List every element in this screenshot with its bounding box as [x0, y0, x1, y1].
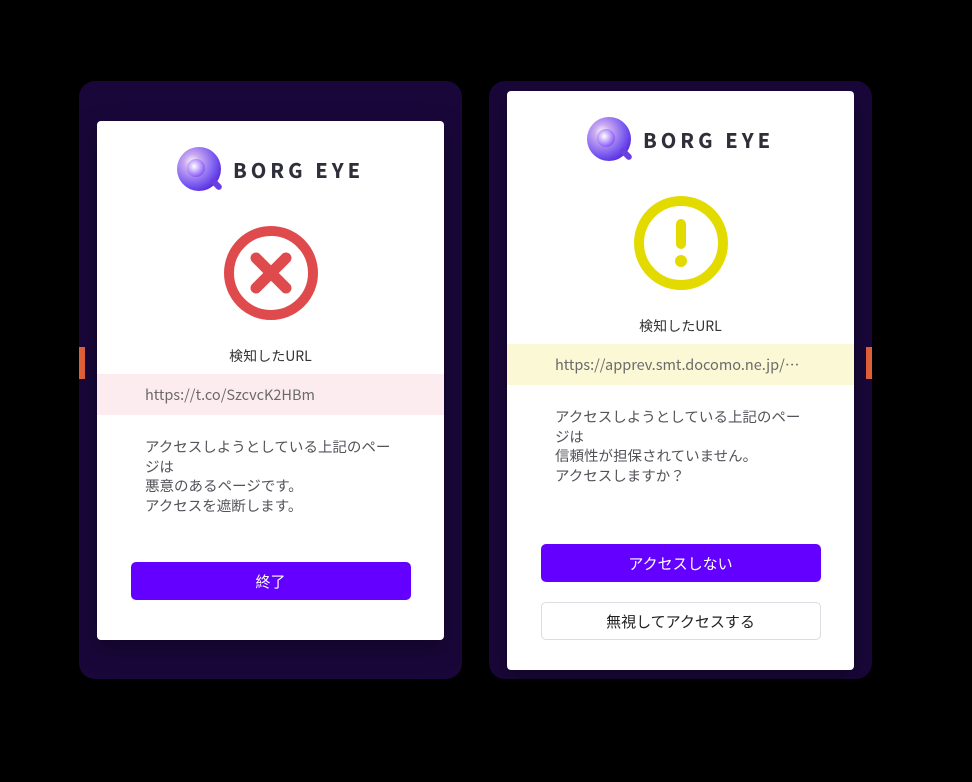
blocked-icon [221, 223, 321, 328]
alert-message: アクセスしようとしている上記のページは 悪意のあるページです。 アクセスを遮断し… [97, 415, 444, 515]
brand-logo: BORG EYE [587, 117, 774, 161]
brand-logo: BORG EYE [177, 147, 364, 191]
detected-url-value: https://t.co/SzcvcK2HBm [97, 374, 444, 415]
accent-sliver-right [866, 347, 872, 379]
alert-message-line: アクセスを遮断します。 [145, 496, 396, 516]
alert-message-line: アクセスしようとしている上記のページは [555, 407, 806, 446]
close-button[interactable]: 終了 [131, 562, 411, 600]
alert-message-line: アクセスしますか？ [555, 466, 806, 486]
detected-url-value: https://apprev.smt.docomo.ne.jp/n… [507, 344, 854, 385]
alert-message-line: 信頼性が担保されていません。 [555, 446, 806, 466]
brand-logo-icon [177, 147, 221, 191]
detected-url-label: 検知したURL [229, 346, 312, 366]
warning-icon [631, 193, 731, 298]
detected-url-label: 検知したURL [639, 316, 722, 336]
brand-logo-text: BORG EYE [643, 125, 774, 154]
deny-access-button[interactable]: アクセスしない [541, 544, 821, 582]
accent-sliver-left [79, 347, 85, 379]
brand-logo-icon [587, 117, 631, 161]
alert-message-line: 悪意のあるページです。 [145, 476, 396, 496]
alert-card-warning: BORG EYE 検知したURL https://apprev.smt.doco… [507, 91, 854, 670]
ignore-access-button[interactable]: 無視してアクセスする [541, 602, 821, 640]
alert-message: アクセスしようとしている上記のページは 信頼性が担保されていません。 アクセスし… [507, 385, 854, 485]
brand-logo-text: BORG EYE [233, 155, 364, 184]
alert-card-blocked: BORG EYE 検知したURL https://t.co/SzcvcK2HBm… [97, 121, 444, 640]
alert-message-line: アクセスしようとしている上記のページは [145, 437, 396, 476]
